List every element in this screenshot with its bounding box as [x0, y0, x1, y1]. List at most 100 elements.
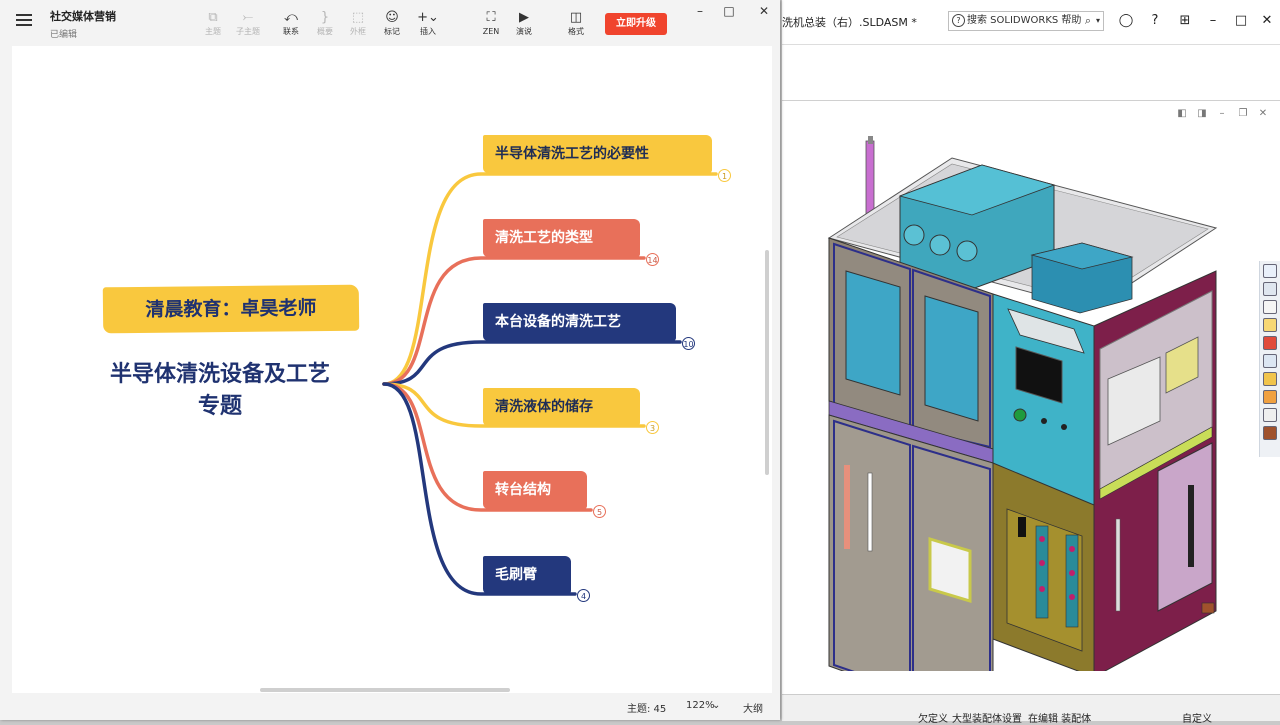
- mindmap-window: 社交媒体营销 已编辑 ⧉ 主题 ⤚ 子主题 ⤺ 联系 } 概要 ⬚ 外框 ☺ 标…: [0, 0, 780, 720]
- insert-label: 插入: [420, 27, 436, 36]
- insert-icon: +⌄: [417, 10, 439, 25]
- maximize-icon[interactable]: □: [722, 4, 736, 18]
- subtopic-button[interactable]: ⤚ 子主题: [231, 10, 265, 38]
- boundary-label: 外框: [350, 27, 366, 36]
- branch-topic[interactable]: 毛刷臂: [483, 556, 571, 594]
- marker-icon: ☺: [385, 10, 399, 25]
- hamburger-menu-icon[interactable]: [16, 14, 32, 28]
- relationship-button[interactable]: ⤺ 联系: [274, 10, 308, 38]
- topic-icon: ⧉: [208, 10, 218, 25]
- search-dropdown-icon[interactable]: ▾: [1096, 12, 1100, 30]
- collapse-count-badge[interactable]: 5: [593, 505, 606, 518]
- collapse-count-badge[interactable]: 14: [646, 253, 659, 266]
- mindmap-status-bar: 主题: 45 122% ⌄ 大纲: [0, 694, 780, 720]
- collapse-count-badge[interactable]: 3: [646, 421, 659, 434]
- maximize-icon[interactable]: □: [1233, 13, 1249, 29]
- pitch-icon: ▶: [519, 10, 529, 25]
- minimize-icon[interactable]: –: [693, 4, 707, 18]
- summary-icon: }: [320, 10, 330, 25]
- home-icon[interactable]: [1263, 264, 1277, 278]
- user-account-icon[interactable]: ◯: [1118, 13, 1134, 29]
- collapse-count-badge[interactable]: 10: [682, 337, 695, 350]
- view-palette-icon[interactable]: [1263, 318, 1277, 332]
- branch-topic[interactable]: 清洗工艺的类型: [483, 219, 640, 257]
- document-title[interactable]: 社交媒体营销: [50, 8, 116, 24]
- format-panel-button[interactable]: ◫ 格式: [559, 10, 593, 38]
- status-editing: 在编辑 装配体: [1028, 714, 1092, 725]
- solidworks-help-search[interactable]: ? 搜索 SOLIDWORKS 帮助 ⌕ ▾: [948, 11, 1104, 31]
- branch-topic[interactable]: 本台设备的清洗工艺: [483, 303, 676, 341]
- help-icon[interactable]: ?: [1147, 13, 1163, 29]
- zen-mode-button[interactable]: ⛶ ZEN: [474, 10, 508, 38]
- format-panel-icon: ◫: [569, 10, 583, 25]
- search-placeholder: 搜索 SOLIDWORKS 帮助: [967, 15, 1082, 26]
- relationship-label: 联系: [283, 27, 299, 36]
- folder-icon[interactable]: [1263, 390, 1277, 404]
- central-topic-line2[interactable]: 专题: [0, 388, 440, 420]
- branch-label: 半导体清洗工艺的必要性: [495, 146, 649, 162]
- zoom-level[interactable]: 122%: [686, 700, 715, 711]
- machine-assembly-model[interactable]: [822, 131, 1222, 671]
- branch-label: 毛刷臂: [495, 567, 537, 583]
- restore-panel-icon[interactable]: ⊞: [1177, 13, 1193, 29]
- branch-topic[interactable]: 转台结构: [483, 471, 587, 509]
- solidworks-status-bar: 欠定义 大型装配体设置 在编辑 装配体 自定义: [782, 694, 1280, 725]
- viewport-split-left-icon[interactable]: ◧: [1176, 108, 1188, 120]
- viewport-restore-icon[interactable]: ❐: [1237, 108, 1249, 120]
- branch-topic[interactable]: 半导体清洗工艺的必要性: [483, 135, 712, 173]
- search-icon[interactable]: ⌕: [1085, 12, 1091, 30]
- collapse-count-badge[interactable]: 4: [577, 589, 590, 602]
- topic-count: 主题: 45: [627, 704, 667, 715]
- status-underdefined: 欠定义: [918, 714, 948, 725]
- viewport-close-icon[interactable]: ✕: [1257, 108, 1269, 120]
- solidworks-document-title: 洗机总装（右）.SLDASM *: [782, 16, 917, 29]
- topic-button[interactable]: ⧉ 主题: [196, 10, 230, 38]
- status-custom-units[interactable]: 自定义: [1182, 710, 1212, 725]
- viewport-split-right-icon[interactable]: ◨: [1196, 108, 1208, 120]
- horizontal-scrollbar[interactable]: [260, 688, 510, 692]
- appearances-icon[interactable]: [1263, 336, 1277, 350]
- minimize-icon[interactable]: –: [1205, 13, 1221, 29]
- insert-button[interactable]: +⌄ 插入: [411, 10, 445, 38]
- branch-topic[interactable]: 清洗液体的储存: [483, 388, 640, 426]
- teacher-label: 清晨教育：卓昊老师: [145, 297, 317, 321]
- solidworks-title-bar: 洗机总装（右）.SLDASM * ? 搜索 SOLIDWORKS 帮助 ⌕ ▾ …: [782, 0, 1280, 45]
- summary-button[interactable]: } 概要: [308, 10, 342, 38]
- topic-label: 主题: [205, 27, 221, 36]
- marker-button[interactable]: ☺ 标记: [375, 10, 409, 38]
- custom-properties-icon[interactable]: [1263, 354, 1277, 368]
- help-circle-icon: ?: [952, 14, 965, 27]
- solidworks-forum-icon[interactable]: [1263, 372, 1277, 386]
- save-status: 已编辑: [50, 30, 78, 40]
- central-topic-line1[interactable]: 半导体清洗设备及工艺: [0, 356, 440, 388]
- file-explorer-icon[interactable]: [1263, 300, 1277, 314]
- solidworks-command-area: [782, 45, 1280, 101]
- pitch-label: 演说: [516, 27, 532, 36]
- resources-icon[interactable]: [1263, 426, 1277, 440]
- marker-label: 标记: [384, 27, 400, 36]
- pitch-button[interactable]: ▶ 演说: [507, 10, 541, 38]
- upgrade-button[interactable]: 立即升级: [605, 13, 667, 35]
- zoom-dropdown-icon[interactable]: ⌄: [712, 700, 720, 711]
- boundary-button[interactable]: ⬚ 外框: [341, 10, 375, 38]
- branch-label: 清洗液体的储存: [495, 399, 593, 415]
- vertical-scrollbar[interactable]: [765, 250, 769, 475]
- viewport-minimize-icon[interactable]: –: [1216, 108, 1228, 120]
- mindmap-toolbar: 社交媒体营销 已编辑 ⧉ 主题 ⤚ 子主题 ⤺ 联系 } 概要 ⬚ 外框 ☺ 标…: [0, 0, 780, 46]
- solidworks-window: 洗机总装（右）.SLDASM * ? 搜索 SOLIDWORKS 帮助 ⌕ ▾ …: [782, 0, 1280, 725]
- status-large-assembly[interactable]: 大型装配体设置: [952, 710, 1022, 725]
- subtopic-icon: ⤚: [242, 10, 254, 25]
- close-icon[interactable]: ✕: [757, 4, 771, 18]
- close-icon[interactable]: ✕: [1259, 13, 1275, 29]
- boundary-icon: ⬚: [351, 10, 365, 25]
- branch-label: 清洗工艺的类型: [495, 230, 593, 246]
- summary-label: 概要: [317, 27, 333, 36]
- solidworks-graphics-area[interactable]: ◧ ◨ – ❐ ✕: [782, 101, 1280, 691]
- branch-label: 本台设备的清洗工艺: [495, 314, 621, 330]
- checklist-icon[interactable]: [1263, 408, 1277, 422]
- task-pane-tabs: [1259, 261, 1280, 457]
- outline-toggle[interactable]: 大纲: [743, 700, 763, 715]
- design-library-icon[interactable]: [1263, 282, 1277, 296]
- floating-topic-teacher[interactable]: 清晨教育：卓昊老师: [102, 284, 360, 334]
- collapse-count-badge[interactable]: 1: [718, 169, 731, 182]
